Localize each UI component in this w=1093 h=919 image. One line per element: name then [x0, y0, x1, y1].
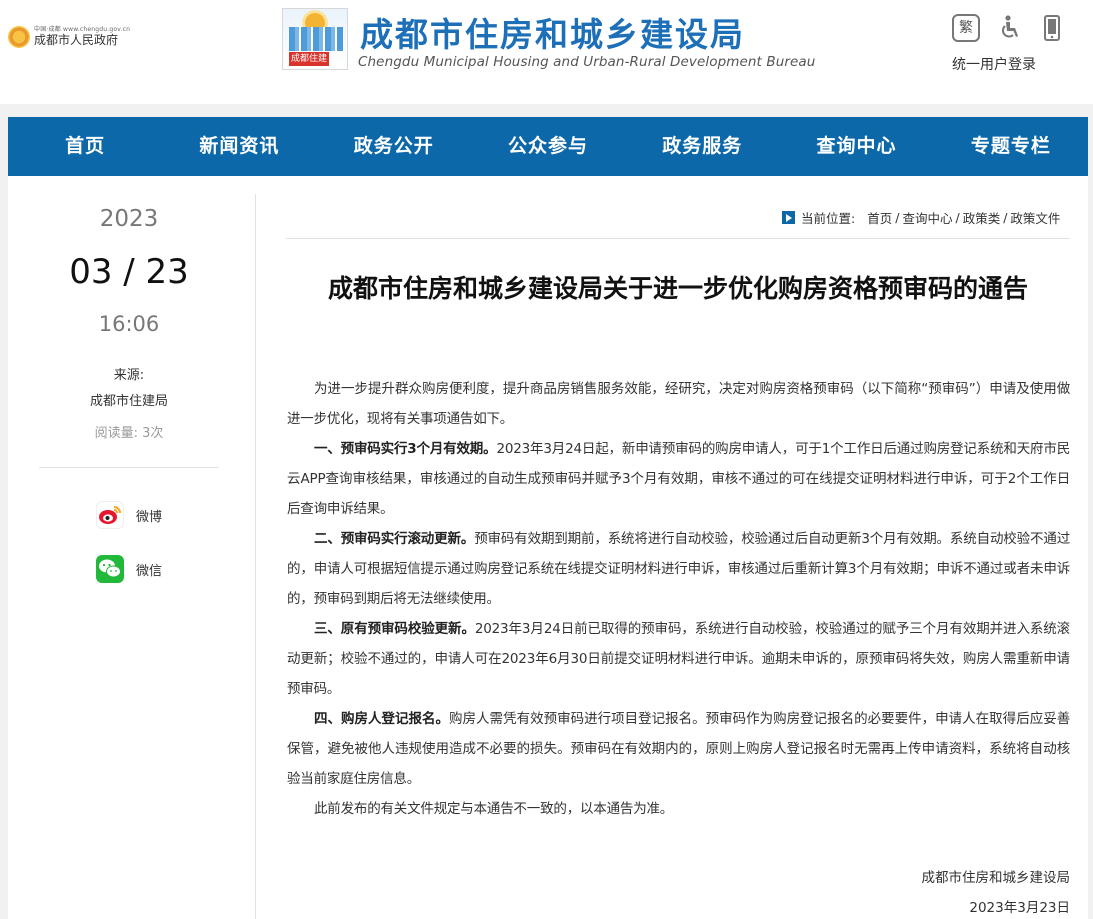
article-section: 三、原有预审码校验更新。2023年3月24日前已取得的预审码，系统进行自动校验，…	[287, 614, 1070, 704]
main-nav: 首页 新闻资讯 政务公开 公众参与 政务服务 查询中心 专题专栏	[8, 117, 1088, 176]
nav-gov-affairs[interactable]: 政务公开	[317, 117, 471, 176]
mobile-icon[interactable]	[1040, 14, 1064, 42]
chengdu-gov-logo[interactable]: 中国·成都 www.chengdu.gov.cn 成都市人民政府	[8, 26, 130, 48]
section-heading: 二、预审码实行滚动更新。	[314, 531, 475, 547]
signature-org: 成都市住房和城乡建设局	[921, 870, 1071, 886]
publish-time: 16:06	[98, 312, 160, 336]
article-section: 二、预审码实行滚动更新。预审码有效期到期前，系统将进行自动校验，校验通过后自动更…	[287, 524, 1070, 614]
breadcrumb-policy-category[interactable]: 政策类	[963, 208, 1001, 227]
bureau-logo-tag: 成都住建	[289, 52, 329, 66]
skyline-icon	[289, 27, 343, 51]
nav-query-center[interactable]: 查询中心	[779, 117, 933, 176]
nav-news[interactable]: 新闻资讯	[162, 117, 316, 176]
section-heading: 三、原有预审码校验更新。	[314, 621, 475, 637]
breadcrumb-query-center[interactable]: 查询中心	[902, 208, 952, 227]
bureau-subtitle: Chengdu Municipal Housing and Urban-Rura…	[358, 54, 816, 70]
accessibility-icon[interactable]	[998, 14, 1022, 42]
bureau-logo[interactable]: 成都住建	[282, 8, 348, 70]
nav-special-topics[interactable]: 专题专栏	[934, 117, 1088, 176]
article-section: 一、预审码实行3个月有效期。2023年3月24日起，新申请预审码的购房申请人，可…	[287, 434, 1070, 524]
header-tools: 繁	[952, 14, 1064, 42]
breadcrumb-label: 当前位置:	[801, 211, 856, 226]
source-name: 成都市住建局	[89, 394, 168, 409]
location-icon	[782, 211, 795, 224]
wechat-icon	[96, 555, 124, 583]
read-count: 阅读量: 3次	[94, 426, 164, 441]
breadcrumb-policy-documents[interactable]: 政策文件	[1010, 208, 1060, 227]
section-heading: 四、购房人登记报名。	[314, 711, 450, 727]
article-section: 四、购房人登记报名。购房人需凭有效预审码进行项目登记报名。预审码作为购房登记报名…	[287, 704, 1070, 794]
share-wechat-button[interactable]: 微信	[96, 555, 162, 583]
article-sidebar: 2023 03 / 23 16:06 来源: 成都市住建局 阅读量: 3次 微博	[8, 176, 255, 919]
nav-public-participation[interactable]: 公众参与	[471, 117, 625, 176]
sidebar-content-divider	[255, 194, 256, 919]
breadcrumb: 当前位置: 首页 / 查询中心 / 政策类 / 政策文件	[782, 208, 1060, 227]
unified-login-link[interactable]: 统一用户登录	[952, 54, 1036, 74]
traditional-chinese-button[interactable]: 繁	[952, 14, 980, 42]
article-closing: 此前发布的有关文件规定与本通告不一致的，以本通告为准。	[314, 801, 674, 817]
main-panel: 2023 03 / 23 16:06 来源: 成都市住建局 阅读量: 3次 微博	[8, 176, 1088, 919]
content-divider	[286, 238, 1070, 239]
sidebar-divider	[39, 467, 219, 468]
bureau-title: 成都市住房和城乡建设局	[360, 15, 745, 54]
section-heading: 一、预审码实行3个月有效期。	[314, 441, 497, 457]
article-intro: 为进一步提升群众购房便利度，提升商品房销售服务效能，经研究，决定对购房资格预审码…	[287, 381, 1070, 427]
publish-month-day: 03 / 23	[69, 252, 189, 292]
publish-year: 2023	[99, 206, 159, 232]
source-label: 来源:	[113, 368, 145, 383]
nav-gov-services[interactable]: 政务服务	[625, 117, 779, 176]
article-title: 成都市住房和城乡建设局关于进一步优化购房资格预审码的通告	[327, 274, 1028, 303]
nav-home[interactable]: 首页	[8, 117, 162, 176]
signature-date: 2023年3月23日	[969, 900, 1070, 916]
gov-name: 成都市人民政府	[34, 32, 119, 47]
article-body: 为进一步提升群众购房便利度，提升商品房销售服务效能，经研究，决定对购房资格预审码…	[287, 374, 1070, 824]
share-weibo-button[interactable]: 微博	[96, 501, 162, 529]
city-emblem-icon	[8, 26, 30, 48]
share-wechat-label: 微信	[136, 563, 163, 579]
site-header: 中国·成都 www.chengdu.gov.cn 成都市人民政府 成都住建 成都…	[0, 0, 1093, 104]
weibo-icon	[96, 501, 124, 529]
breadcrumb-home[interactable]: 首页	[867, 208, 892, 227]
share-weibo-label: 微博	[136, 509, 163, 525]
